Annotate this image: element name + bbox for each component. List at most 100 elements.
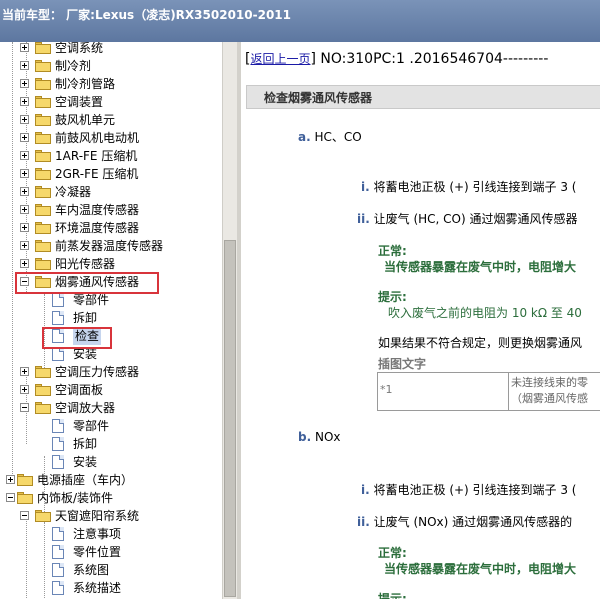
hint-text: 吹入废气之前的电阻为 10 kΩ 至 40: [388, 306, 582, 320]
hint-label: 提示:: [378, 290, 407, 304]
tree-item[interactable]: 制冷剂管路: [0, 75, 222, 93]
tree-item[interactable]: 1AR-FE 压缩机: [0, 147, 222, 165]
tree-item[interactable]: 空调系统: [0, 42, 222, 57]
collapse-icon[interactable]: [20, 403, 29, 412]
tree-item[interactable]: 系统描述: [0, 579, 222, 597]
step-b-label: b.: [298, 430, 312, 444]
folder-icon: [35, 240, 51, 252]
step-b-i-text: 将蓄电池正极 (+) 引线连接到端子 3 (: [373, 483, 577, 497]
tree-item[interactable]: 前蒸发器温度传感器: [0, 237, 222, 255]
tree-item-label: 冷凝器: [55, 185, 92, 199]
tree-item[interactable]: 空调装置: [0, 93, 222, 111]
expand-icon[interactable]: [20, 367, 29, 376]
tree-item[interactable]: 天窗遮阳帘系统: [0, 507, 222, 525]
doc-id: NO:310PC:1 .2016546704---------: [320, 51, 549, 67]
scrollbar-thumb[interactable]: [224, 240, 236, 597]
collapse-icon[interactable]: [6, 493, 15, 502]
tree-item-label: 前蒸发器温度传感器: [55, 239, 164, 253]
tree-item[interactable]: 空调面板: [0, 381, 222, 399]
tree-scrollbar[interactable]: [222, 42, 237, 599]
tree-item[interactable]: 鼓风机单元: [0, 111, 222, 129]
expand-icon[interactable]: [6, 475, 15, 484]
folder-icon: [35, 42, 51, 54]
folder-icon: [35, 510, 51, 522]
tree-item[interactable]: 环境温度传感器: [0, 219, 222, 237]
step-a-i: i. 将蓄电池正极 (+) 引线连接到端子 3 (: [361, 178, 577, 195]
document-icon: [52, 581, 64, 595]
document-icon: [52, 527, 64, 541]
expand-icon[interactable]: [20, 97, 29, 106]
tree-item-label: 空调面板: [55, 383, 104, 397]
expand-icon[interactable]: [20, 43, 29, 52]
step-b-ii-text: 让废气 (NOx) 通过烟雾通风传感器的: [373, 515, 573, 529]
tree-item-label: 内饰板/装饰件: [37, 491, 114, 505]
folder-icon: [17, 492, 33, 504]
folder-icon: [35, 222, 51, 234]
tree-item-label: 电源插座（车内）: [37, 473, 134, 487]
expand-icon[interactable]: [20, 151, 29, 160]
expand-icon[interactable]: [20, 115, 29, 124]
folder-icon: [35, 60, 51, 72]
step-b-text: NOx: [314, 430, 341, 444]
collapse-icon[interactable]: [20, 511, 29, 520]
tree-item[interactable]: 零件位置: [0, 543, 222, 561]
navigation-tree[interactable]: 空调系统制冷剂 制冷剂管路空调装置鼓风机单元前鼓风机电动机 1AR-FE 压缩机 2G…: [0, 42, 222, 599]
document-icon: [52, 347, 64, 361]
tree-item[interactable]: 前鼓风机电动机: [0, 129, 222, 147]
step-a-ii-label: ii.: [357, 212, 370, 226]
expand-icon[interactable]: [20, 223, 29, 232]
expand-icon[interactable]: [20, 79, 29, 88]
expand-icon[interactable]: [20, 133, 29, 142]
highlight-box-sensor: [15, 272, 159, 294]
section-title: 检查烟雾通风传感器: [246, 85, 600, 109]
tree-item[interactable]: 零部件: [0, 417, 222, 435]
tree-item[interactable]: 电源插座（车内）: [0, 471, 222, 489]
folder-icon: [17, 474, 33, 486]
folder-icon: [35, 384, 51, 396]
expand-icon[interactable]: [20, 385, 29, 394]
tree-item-label: 系统描述: [73, 581, 122, 595]
tree-item[interactable]: 注意事项: [0, 525, 222, 543]
tree-item[interactable]: 制冷剂: [0, 57, 222, 75]
tree-item-label: 2GR-FE 压缩机: [55, 167, 139, 181]
tree-item[interactable]: 车内温度传感器: [0, 201, 222, 219]
tree-item-label: 零件位置: [73, 545, 122, 559]
expand-icon[interactable]: [20, 169, 29, 178]
tree-item[interactable]: 拆卸: [0, 309, 222, 327]
expand-icon[interactable]: [20, 187, 29, 196]
tree-item[interactable]: 内饰板/装饰件: [0, 489, 222, 507]
folder-icon: [35, 114, 51, 126]
tree-item-label: 空调系统: [55, 42, 104, 55]
step-a-ii-text: 让废气 (HC, CO) 通过烟雾通风传感器: [373, 212, 578, 226]
expand-icon[interactable]: [20, 61, 29, 70]
tree-item[interactable]: 安装: [0, 453, 222, 471]
tree-item-label: 安装: [73, 455, 98, 469]
table-cell-description: 未连接线束的零 （烟雾通风传感: [508, 372, 600, 411]
folder-icon: [35, 258, 51, 270]
tree-item[interactable]: 空调压力传感器: [0, 363, 222, 381]
step-a-label: a.: [298, 130, 311, 144]
expand-icon[interactable]: [20, 241, 29, 250]
step-a: a. HC、CO: [298, 128, 362, 145]
back-link[interactable]: 返回上一页: [250, 52, 310, 66]
folder-icon: [35, 186, 51, 198]
step-b-i-label: i.: [361, 483, 370, 497]
tree-item[interactable]: 系统图: [0, 561, 222, 579]
tree-item[interactable]: 冷凝器: [0, 183, 222, 201]
expand-icon[interactable]: [20, 259, 29, 268]
table-desc-line2: （烟雾通风传感: [511, 392, 588, 405]
normal-label: 正常:: [378, 244, 407, 258]
hint-label-2: 提示:: [378, 592, 407, 599]
tree-item[interactable]: 拆卸: [0, 435, 222, 453]
tree-item[interactable]: 2GR-FE 压缩机: [0, 165, 222, 183]
normal-label-2: 正常:: [378, 546, 407, 560]
tree-item-label: 空调装置: [55, 95, 104, 109]
tree-item[interactable]: 阳光传感器: [0, 255, 222, 273]
tree-item-label: 阳光传感器: [55, 257, 116, 271]
tree-item[interactable]: 空调放大器: [0, 399, 222, 417]
expand-icon[interactable]: [20, 205, 29, 214]
content-pane: [返回上一页] NO:310PC:1 .2016546704--------- …: [241, 42, 600, 599]
step-b: b. NOx: [298, 430, 341, 444]
tree-item-label: 前鼓风机电动机: [55, 131, 140, 145]
tree-item-label: 天窗遮阳帘系统: [55, 509, 140, 523]
